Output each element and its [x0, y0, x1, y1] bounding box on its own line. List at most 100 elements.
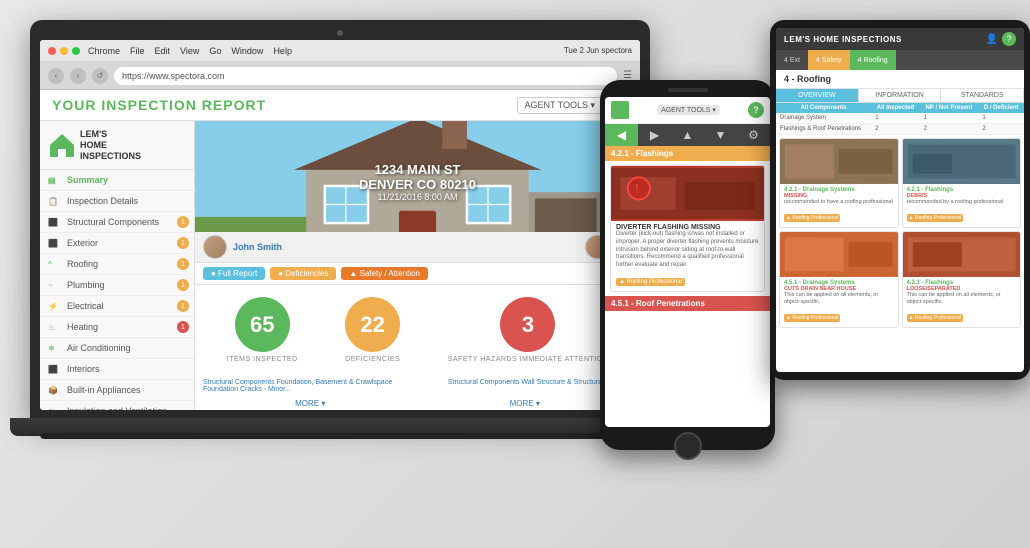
phone-nav-down[interactable]: ▼	[704, 124, 737, 146]
sidebar-item-interiors[interactable]: ⬛ Interiors	[40, 359, 194, 380]
more-link-1[interactable]: MORE ▾	[295, 399, 325, 408]
sidebar-item-plumbing[interactable]: ~ Plumbing 1	[40, 275, 194, 296]
phone-help-button[interactable]: ?	[748, 102, 764, 118]
sidebar-label-roofing: Roofing	[67, 259, 98, 269]
sidebar-item-heating[interactable]: ♨ Heating 1	[40, 317, 194, 338]
sidebar-label-electrical: Electrical	[67, 301, 104, 311]
sidebar-item-electrical[interactable]: ⚡ Electrical 1	[40, 296, 194, 317]
tablet-data-table: All Components All Inspected NP / Not Pr…	[776, 103, 1024, 135]
insulation-icon: ≋	[48, 407, 62, 410]
tablet-sub-tab-standards[interactable]: STANDARDS	[941, 89, 1024, 102]
phone-logo	[611, 101, 629, 119]
table-cell-flashings: Flashings & Roof Penetrations	[776, 124, 871, 135]
table-header-3: NP / Not Present	[920, 103, 979, 113]
main-content: 1234 MAIN ST DENVER CO 80210 11/21/2016 …	[195, 121, 640, 410]
phone-card-text-1: Diverter (kick-out) flashing is/was not …	[616, 231, 759, 270]
tablet-card-4: 4.2.1 - Flashings LOOSE/SEPARATED This c…	[902, 231, 1022, 328]
tablet-sub-tabs: OVERVIEW INFORMATION STANDARDS	[776, 89, 1024, 103]
appliances-icon: 📦	[48, 386, 62, 395]
mac-menu-go[interactable]: Go	[209, 46, 221, 56]
mac-menu-help[interactable]: Help	[273, 46, 292, 56]
stat-safety: 3 SAFETY HAZARDS IMMEDIATE ATTENTION	[448, 297, 609, 363]
table-cell-f1: 2	[871, 124, 919, 135]
sidebar-item-inspection-details[interactable]: 📋 Inspection Details	[40, 191, 194, 212]
mac-menu-view[interactable]: View	[180, 46, 199, 56]
tablet-sub-tab-overview[interactable]: OVERVIEW	[776, 89, 859, 102]
tablet-sub-tab-information[interactable]: INFORMATION	[859, 89, 942, 102]
table-cell-f3: 2	[978, 124, 1024, 135]
sidebar-item-structural[interactable]: ⬛ Structural Components 1	[40, 212, 194, 233]
phone-frame: AGENT TOOLS ▾ ? ◀ ▶ ▲ ▼ ⚙ 4.2.1 - Flashi…	[600, 80, 775, 450]
tablet-badge-1: ▲ Roofing Professional	[784, 214, 840, 222]
interiors-icon: ⬛	[48, 365, 62, 374]
maximize-dot[interactable]	[72, 47, 80, 55]
tablet-tab-ext[interactable]: 4 Ext	[776, 50, 808, 70]
tab-full-report[interactable]: ● Full Report	[203, 267, 265, 280]
tablet-user-icon[interactable]: 👤	[986, 34, 998, 45]
tablet-tab-safety[interactable]: 4 Safety	[808, 50, 850, 70]
laptop-frame: Chrome File Edit View Go Window Help Tue…	[30, 20, 650, 420]
tablet-badge-3: ▲ Roofing Professional	[784, 314, 840, 322]
sidebar-item-air[interactable]: ❄ Air Conditioning	[40, 338, 194, 359]
sidebar-item-roofing[interactable]: ^ Roofing 1	[40, 254, 194, 275]
air-icon: ❄	[48, 344, 62, 353]
tablet-card-1: 4.2.1 - Drainage Systems MISSING recomme…	[779, 138, 899, 228]
electrical-badge: 1	[177, 300, 189, 312]
sidebar-item-appliances[interactable]: 📦 Built-in Appliances	[40, 380, 194, 401]
phone-nav-forward[interactable]: ▶	[638, 124, 671, 146]
mac-status: Tue 2 Jun spectora	[564, 46, 632, 55]
phone-agent-tools-button[interactable]: AGENT TOOLS ▾	[657, 105, 720, 115]
mac-dots	[48, 47, 80, 55]
exterior-icon: ⬛	[48, 239, 62, 248]
roofing-badge: 1	[177, 258, 189, 270]
phone-nav-up[interactable]: ▲	[671, 124, 704, 146]
tablet-card-3: 4.5.1 - Drainage Systems CUTS DRAIN NEAR…	[779, 231, 899, 328]
close-dot[interactable]	[48, 47, 56, 55]
report-header: YOUR INSPECTION REPORT AGENT TOOLS ▾ ?	[40, 90, 640, 121]
sidebar-label-summary: Summary	[67, 175, 108, 185]
phone-home-button[interactable]	[674, 432, 702, 460]
stat-value-inspected: 65	[235, 297, 290, 352]
tab-safety[interactable]: ▲ Safety / Attention	[341, 267, 428, 280]
items-link-1[interactable]: Structural Components Foundation, Baseme…	[203, 379, 396, 393]
logo-icon	[48, 131, 76, 159]
sidebar-item-insulation[interactable]: ≋ Insulation and Ventilation	[40, 401, 194, 410]
address-city: DENVER CO 80210	[359, 177, 476, 192]
tablet-tab-roofing[interactable]: 4 Roofing	[850, 50, 896, 70]
phone-nav-back[interactable]: ◀	[605, 124, 638, 146]
url-bar[interactable]: https://www.spectora.com	[114, 67, 617, 85]
tablet-card-img-1	[780, 139, 898, 184]
stat-label-deficiencies: DEFICIENCIES	[345, 356, 400, 363]
forward-button[interactable]: ›	[70, 68, 86, 84]
mac-menu-chrome[interactable]: Chrome	[88, 46, 120, 56]
phone-nav-settings[interactable]: ⚙	[737, 124, 770, 146]
phone: AGENT TOOLS ▾ ? ◀ ▶ ▲ ▼ ⚙ 4.2.1 - Flashi…	[600, 80, 775, 460]
sidebar-item-exterior[interactable]: ⬛ Exterior 1	[40, 233, 194, 254]
more-link-2[interactable]: MORE ▾	[510, 399, 540, 408]
mac-menu-edit[interactable]: Edit	[155, 46, 171, 56]
more-links: MORE ▾ MORE ▾	[195, 397, 640, 410]
mac-menu-window[interactable]: Window	[231, 46, 263, 56]
sidebar-item-summary[interactable]: ▤ Summary	[40, 170, 194, 191]
tablet-card-body-2: 4.2.1 - Flashings DEBRIS recommended by …	[903, 184, 1021, 227]
tablet-card-body-4: 4.2.1 - Flashings LOOSE/SEPARATED This c…	[903, 277, 1021, 327]
stat-items-inspected: 65 ITEMS INSPECTED	[227, 297, 298, 363]
sidebar-label-inspection-details: Inspection Details	[67, 196, 138, 206]
minimize-dot[interactable]	[60, 47, 68, 55]
items-list: Structural Components Foundation, Baseme…	[195, 375, 640, 397]
phone-header: AGENT TOOLS ▾ ?	[605, 97, 770, 124]
tablet-nav-tabs: 4 Ext 4 Safety 4 Roofing	[776, 50, 1024, 70]
sidebar-label-heating: Heating	[67, 322, 98, 332]
mac-menu: Chrome File Edit View Go Window Help	[88, 46, 292, 56]
tablet-help-icon[interactable]: ?	[1002, 32, 1016, 46]
house-address: 1234 MAIN ST DENVER CO 80210 11/21/2016 …	[359, 162, 476, 202]
agent-tools-button[interactable]: AGENT TOOLS ▾	[517, 97, 602, 114]
inspector-avatar	[203, 235, 227, 259]
table-header-2: All Inspected	[871, 103, 919, 113]
refresh-button[interactable]: ↺	[92, 68, 108, 84]
back-button[interactable]: ‹	[48, 68, 64, 84]
tab-deficiencies[interactable]: ● Deficiencies	[270, 267, 336, 280]
mac-menu-file[interactable]: File	[130, 46, 145, 56]
table-row: Drainage System 1 1 1	[776, 113, 1024, 124]
phone-screen: AGENT TOOLS ▾ ? ◀ ▶ ▲ ▼ ⚙ 4.2.1 - Flashi…	[605, 97, 770, 427]
